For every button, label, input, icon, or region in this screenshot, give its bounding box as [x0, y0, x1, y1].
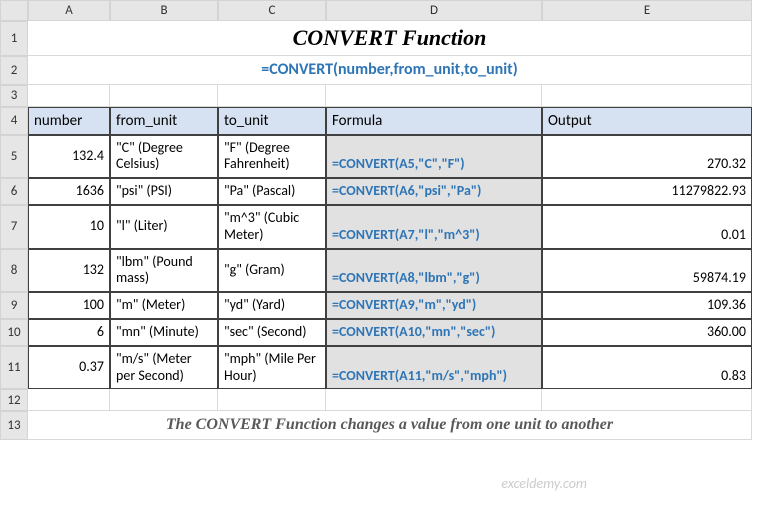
cell-number-5[interactable]: 132.4	[28, 135, 110, 179]
cell-c12[interactable]	[218, 389, 326, 411]
cell-formula-6[interactable]: =CONVERT(A6,"psi","Pa")	[326, 178, 542, 205]
row-header-11[interactable]: 11	[0, 346, 28, 390]
footer-text[interactable]: The CONVERT Function changes a value fro…	[28, 411, 752, 439]
cell-to-7[interactable]: "m^3" (Cubic Meter)	[218, 205, 326, 249]
col-header-a[interactable]: A	[28, 0, 110, 21]
row-header-10[interactable]: 10	[0, 319, 28, 346]
th-formula[interactable]: Formula	[326, 107, 542, 135]
th-from-unit[interactable]: from_unit	[110, 107, 218, 135]
cell-from-7[interactable]: "l" (Liter)	[110, 205, 218, 249]
cell-to-11[interactable]: "mph" (Mile Per Hour)	[218, 346, 326, 390]
cell-number-10[interactable]: 6	[28, 319, 110, 346]
cell-number-9[interactable]: 100	[28, 292, 110, 319]
cell-c3[interactable]	[218, 85, 326, 107]
row-header-5[interactable]: 5	[0, 135, 28, 179]
cell-number-8[interactable]: 132	[28, 249, 110, 293]
row-header-9[interactable]: 9	[0, 292, 28, 319]
cell-formula-5[interactable]: =CONVERT(A5,"C","F")	[326, 135, 542, 179]
cell-output-6[interactable]: 11279822.93	[542, 178, 752, 205]
cell-from-6[interactable]: "psi" (PSI)	[110, 178, 218, 205]
row-header-2[interactable]: 2	[0, 56, 28, 84]
cell-from-8[interactable]: "lbm" (Pound mass)	[110, 249, 218, 293]
col-header-d[interactable]: D	[326, 0, 542, 21]
cell-from-10[interactable]: "mn" (Minute)	[110, 319, 218, 346]
cell-b3[interactable]	[110, 85, 218, 107]
row-header-12[interactable]: 12	[0, 389, 28, 411]
cell-output-5[interactable]: 270.32	[542, 135, 752, 179]
row-header-13[interactable]: 13	[0, 411, 28, 439]
cell-to-10[interactable]: "sec" (Second)	[218, 319, 326, 346]
cell-output-11[interactable]: 0.83	[542, 346, 752, 390]
cell-output-8[interactable]: 59874.19	[542, 249, 752, 293]
syntax-text[interactable]: =CONVERT(number,from_unit,to_unit)	[28, 56, 752, 84]
col-header-c[interactable]: C	[218, 0, 326, 21]
cell-formula-9[interactable]: =CONVERT(A9,"m","yd")	[326, 292, 542, 319]
cell-to-9[interactable]: "yd" (Yard)	[218, 292, 326, 319]
cell-a3[interactable]	[28, 85, 110, 107]
watermark: exceldemy.com	[501, 475, 587, 492]
col-header-e[interactable]: E	[542, 0, 752, 21]
th-number[interactable]: number	[28, 107, 110, 135]
cell-to-6[interactable]: "Pa" (Pascal)	[218, 178, 326, 205]
cell-number-11[interactable]: 0.37	[28, 346, 110, 390]
cell-d3[interactable]	[326, 85, 542, 107]
cell-a12[interactable]	[28, 389, 110, 411]
cell-formula-8[interactable]: =CONVERT(A8,"lbm","g")	[326, 249, 542, 293]
row-header-7[interactable]: 7	[0, 205, 28, 249]
cell-e12[interactable]	[542, 389, 752, 411]
cell-formula-7[interactable]: =CONVERT(A7,"l","m^3")	[326, 205, 542, 249]
col-header-b[interactable]: B	[110, 0, 218, 21]
row-header-6[interactable]: 6	[0, 178, 28, 205]
cell-formula-11[interactable]: =CONVERT(A11,"m/s","mph")	[326, 346, 542, 390]
row-header-4[interactable]: 4	[0, 107, 28, 135]
cell-number-7[interactable]: 10	[28, 205, 110, 249]
cell-from-5[interactable]: "C" (Degree Celsius)	[110, 135, 218, 179]
th-to-unit[interactable]: to_unit	[218, 107, 326, 135]
cell-from-11[interactable]: "m/s" (Meter per Second)	[110, 346, 218, 390]
cell-output-9[interactable]: 109.36	[542, 292, 752, 319]
cell-output-10[interactable]: 360.00	[542, 319, 752, 346]
cell-b12[interactable]	[110, 389, 218, 411]
row-header-3[interactable]: 3	[0, 85, 28, 107]
cell-to-5[interactable]: "F" (Degree Fahrenheit)	[218, 135, 326, 179]
page-title[interactable]: CONVERT Function	[28, 21, 752, 56]
row-header-8[interactable]: 8	[0, 249, 28, 293]
cell-output-7[interactable]: 0.01	[542, 205, 752, 249]
cell-from-9[interactable]: "m" (Meter)	[110, 292, 218, 319]
row-header-1[interactable]: 1	[0, 21, 28, 56]
th-output[interactable]: Output	[542, 107, 752, 135]
cell-number-6[interactable]: 1636	[28, 178, 110, 205]
cell-formula-10[interactable]: =CONVERT(A10,"mn","sec")	[326, 319, 542, 346]
cell-d12[interactable]	[326, 389, 542, 411]
spreadsheet-grid: A B C D E 1 CONVERT Function 2 =CONVERT(…	[0, 0, 767, 440]
corner-cell[interactable]	[0, 0, 28, 21]
cell-to-8[interactable]: "g" (Gram)	[218, 249, 326, 293]
cell-e3[interactable]	[542, 85, 752, 107]
